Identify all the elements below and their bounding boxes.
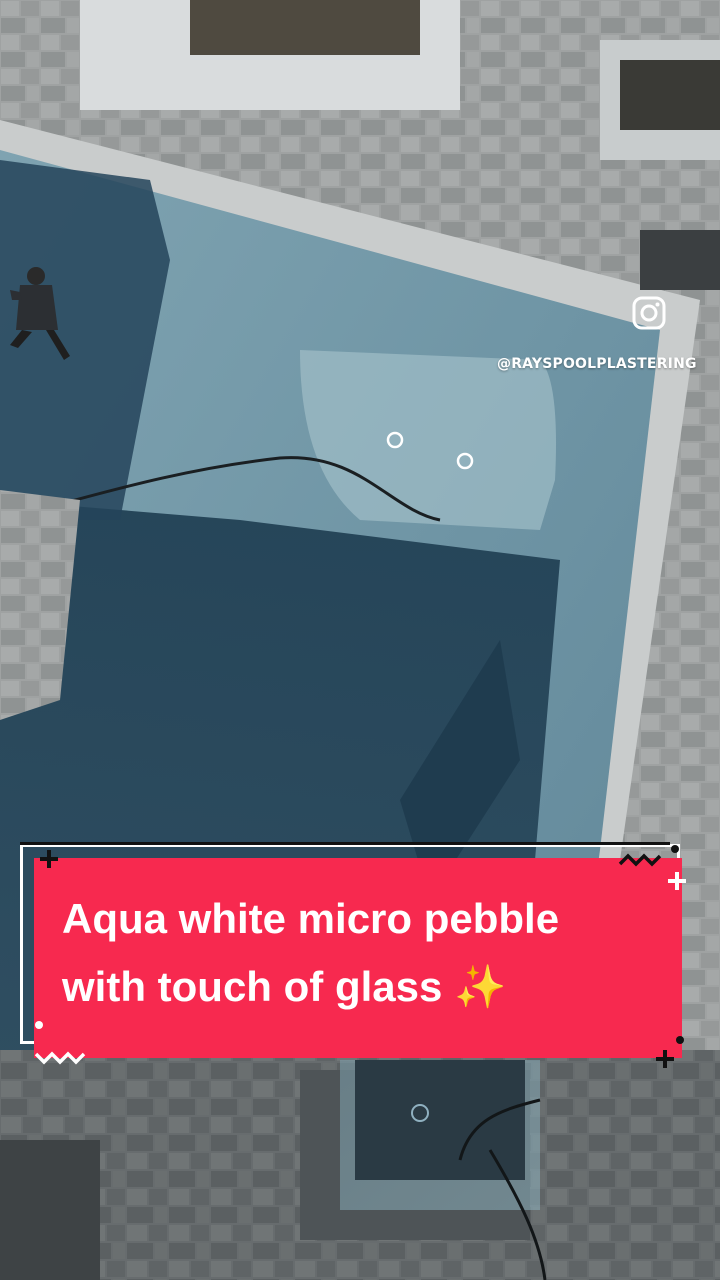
caption-line-2: with touch of glass ✨ — [62, 963, 507, 1010]
dot-decoration-icon — [671, 845, 679, 853]
caption-box — [34, 858, 682, 1058]
instagram-handle: @RAYSPOOLPLASTERING — [497, 356, 697, 372]
instagram-icon — [632, 296, 666, 330]
caption-card: Aqua white micro pebble with touch of gl… — [18, 842, 686, 1072]
plus-decoration-icon — [40, 850, 58, 868]
video-frame: @RAYSPOOLPLASTERING Aqua white micro peb… — [0, 0, 720, 1280]
dot-white-decoration-icon — [35, 1021, 43, 1029]
zigzag-decoration-icon — [618, 853, 662, 867]
caption-frame-top — [20, 842, 670, 845]
plus-white-decoration-icon — [668, 872, 686, 890]
caption-line-1: Aqua white micro pebble — [62, 895, 560, 942]
dot-bottom-decoration-icon — [676, 1036, 684, 1044]
zigzag-white-decoration-icon — [34, 1051, 86, 1065]
aerial-pool-photo — [0, 0, 720, 1280]
plus-black-bottom-decoration-icon — [656, 1050, 674, 1068]
